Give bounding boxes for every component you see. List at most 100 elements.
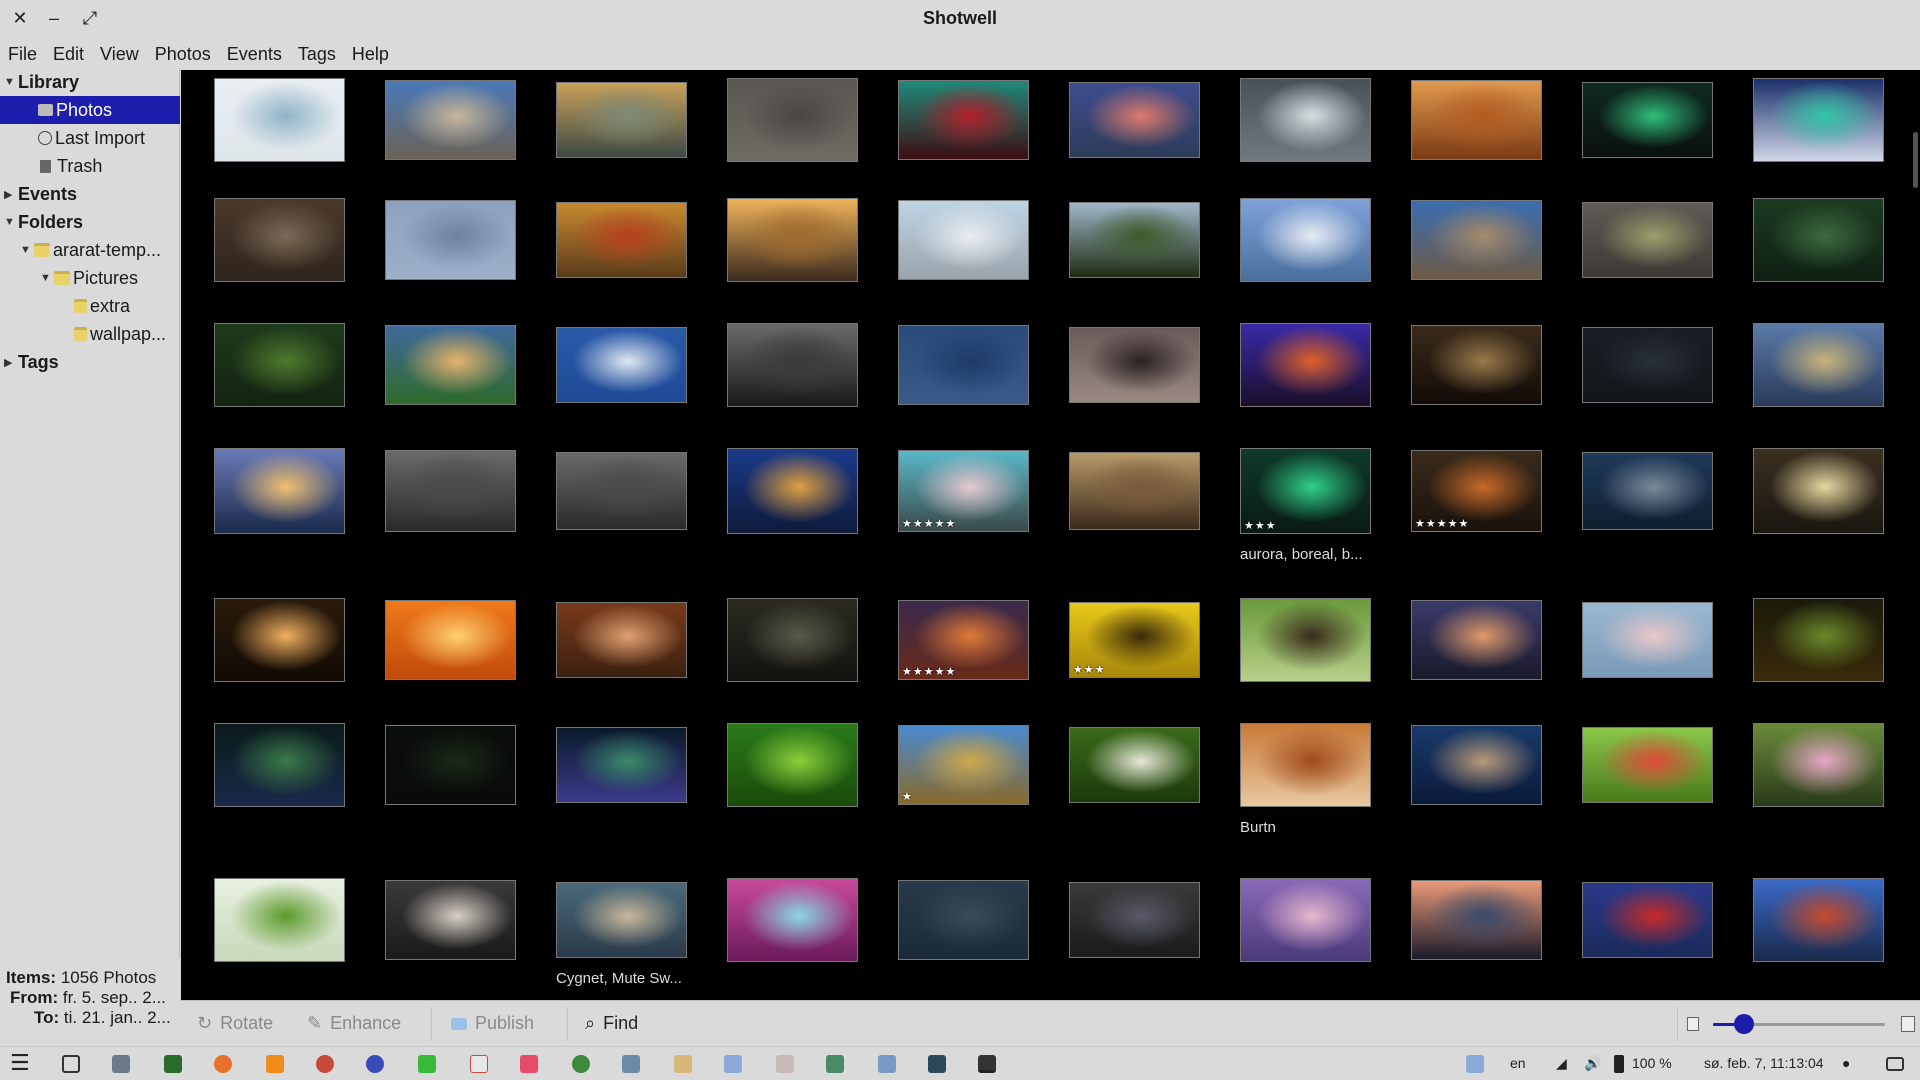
sidebar-events[interactable]: ▶ Events xyxy=(4,180,77,208)
photo-thumbnail[interactable] xyxy=(1582,727,1713,803)
photo-thumbnail[interactable] xyxy=(1240,878,1371,962)
show-desktop-icon[interactable] xyxy=(62,1055,80,1073)
photo-thumbnail[interactable] xyxy=(1069,727,1200,803)
menu-file[interactable]: File xyxy=(0,40,45,68)
zoom-slider-knob[interactable] xyxy=(1733,1014,1754,1034)
photo-thumbnail[interactable]: ★★★★★ xyxy=(898,600,1029,680)
sidebar-folder-wallpap[interactable]: wallpap... xyxy=(74,320,166,348)
app-icon[interactable] xyxy=(776,1055,794,1073)
headphones-icon[interactable] xyxy=(366,1055,384,1073)
sidebar-library[interactable]: ▼ Library xyxy=(4,68,180,96)
menu-help[interactable]: Help xyxy=(344,40,397,68)
photo-thumbnail[interactable] xyxy=(214,198,345,282)
shotwell-task-icon[interactable] xyxy=(978,1055,996,1073)
menu-tags[interactable]: Tags xyxy=(290,40,344,68)
photo-thumbnail[interactable] xyxy=(898,200,1029,280)
photo-thumbnail[interactable] xyxy=(1240,598,1371,682)
photo-thumbnail[interactable] xyxy=(1240,198,1371,282)
photo-thumbnail[interactable] xyxy=(727,448,858,534)
photo-thumbnail[interactable] xyxy=(898,325,1029,405)
find-button[interactable]: ⌕ Find xyxy=(585,1013,638,1034)
app-icon[interactable] xyxy=(724,1055,742,1073)
photo-thumbnail[interactable]: ★★★ xyxy=(1069,602,1200,678)
notifications-icon[interactable] xyxy=(1886,1057,1904,1071)
rotate-button[interactable]: ↻ Rotate xyxy=(197,1013,273,1034)
photo-thumbnail[interactable] xyxy=(727,878,858,962)
photo-grid[interactable]: ★★★★★ ★★★ aurora, boreal, b... ★★★★★ ★★★★★ ★★… xyxy=(181,70,1920,1000)
photo-thumbnail[interactable] xyxy=(1069,882,1200,958)
photo-thumbnail[interactable] xyxy=(385,450,516,532)
sidebar-folder-pictures[interactable]: ▼ Pictures xyxy=(40,264,138,292)
sidebar-folder-root[interactable]: ▼ ararat-temp... xyxy=(20,236,161,264)
photo-thumbnail[interactable] xyxy=(385,325,516,405)
photo-thumbnail[interactable]: ★ xyxy=(898,725,1029,805)
photo-thumbnail[interactable] xyxy=(556,727,687,803)
photo-thumbnail[interactable] xyxy=(1582,602,1713,678)
sidebar-item-last-import[interactable]: Last Import xyxy=(38,124,145,152)
app-icon[interactable] xyxy=(316,1055,334,1073)
photo-thumbnail[interactable] xyxy=(1240,723,1371,807)
collapsed-arrow-icon[interactable]: ▶ xyxy=(4,188,18,201)
collapsed-arrow-icon[interactable]: ▶ xyxy=(4,356,18,369)
photo-thumbnail[interactable] xyxy=(1069,452,1200,530)
photo-thumbnail[interactable] xyxy=(214,598,345,682)
photo-thumbnail[interactable]: ★★★ xyxy=(1240,448,1371,534)
photo-thumbnail[interactable] xyxy=(556,602,687,678)
photo-thumbnail[interactable]: ★★★★★ xyxy=(1411,450,1542,532)
photo-thumbnail[interactable] xyxy=(1582,452,1713,530)
photo-thumbnail[interactable] xyxy=(1411,725,1542,805)
updater-icon[interactable] xyxy=(1466,1055,1484,1073)
photo-thumbnail[interactable] xyxy=(385,725,516,805)
menu-photos[interactable]: Photos xyxy=(147,40,219,68)
photo-thumbnail[interactable] xyxy=(1753,78,1884,162)
photo-thumbnail[interactable] xyxy=(1411,600,1542,680)
sidebar-folders[interactable]: ▼ Folders xyxy=(4,208,83,236)
photo-thumbnail[interactable] xyxy=(1411,80,1542,160)
photo-thumbnail[interactable] xyxy=(1753,598,1884,682)
app-icon[interactable] xyxy=(418,1055,436,1073)
app-icon[interactable] xyxy=(878,1055,896,1073)
sidebar-item-trash[interactable]: Trash xyxy=(38,152,102,180)
photo-thumbnail[interactable] xyxy=(1753,198,1884,282)
app-icon[interactable] xyxy=(826,1055,844,1073)
photo-thumbnail[interactable] xyxy=(1582,82,1713,158)
app-icon[interactable] xyxy=(622,1055,640,1073)
expanded-arrow-icon[interactable]: ▼ xyxy=(4,76,18,88)
menu-view[interactable]: View xyxy=(92,40,147,68)
photo-thumbnail[interactable] xyxy=(1069,202,1200,278)
photo-thumbnail[interactable] xyxy=(214,878,345,962)
photo-thumbnail[interactable] xyxy=(556,82,687,158)
photo-thumbnail[interactable] xyxy=(385,80,516,160)
photo-thumbnail[interactable] xyxy=(1753,448,1884,534)
firefox-icon[interactable] xyxy=(214,1055,232,1073)
photo-thumbnail[interactable] xyxy=(1753,878,1884,962)
keyboard-layout[interactable]: en xyxy=(1510,1055,1526,1071)
volume-icon[interactable]: 🔊 xyxy=(1584,1055,1601,1072)
wifi-icon[interactable]: ◢ xyxy=(1556,1055,1567,1072)
photo-thumbnail[interactable] xyxy=(1240,323,1371,407)
photo-thumbnail[interactable] xyxy=(1582,202,1713,278)
app-icon[interactable] xyxy=(572,1055,590,1073)
vlc-icon[interactable] xyxy=(266,1055,284,1073)
enhance-button[interactable]: ✎ Enhance xyxy=(307,1013,401,1034)
photo-thumbnail[interactable] xyxy=(727,78,858,162)
zoom-out-icon[interactable] xyxy=(1687,1017,1699,1031)
clock[interactable]: sø. feb. 7, 11:13:04 xyxy=(1704,1055,1824,1071)
photo-thumbnail[interactable] xyxy=(385,880,516,960)
photo-thumbnail[interactable] xyxy=(727,323,858,407)
photo-thumbnail[interactable] xyxy=(214,323,345,407)
scrollbar-thumb[interactable] xyxy=(1913,132,1918,188)
photo-thumbnail[interactable] xyxy=(1240,78,1371,162)
menu-launcher-icon[interactable]: ☰ xyxy=(10,1050,30,1076)
photo-thumbnail[interactable] xyxy=(1582,882,1713,958)
photo-thumbnail[interactable] xyxy=(898,80,1029,160)
app-icon[interactable] xyxy=(928,1055,946,1073)
photo-thumbnail[interactable] xyxy=(898,880,1029,960)
photo-thumbnail[interactable] xyxy=(385,200,516,280)
photo-thumbnail[interactable] xyxy=(1411,325,1542,405)
photo-thumbnail[interactable] xyxy=(727,198,858,282)
menu-edit[interactable]: Edit xyxy=(45,40,92,68)
photo-thumbnail[interactable] xyxy=(214,723,345,807)
photo-thumbnail[interactable] xyxy=(556,882,687,958)
app-icon[interactable] xyxy=(674,1055,692,1073)
